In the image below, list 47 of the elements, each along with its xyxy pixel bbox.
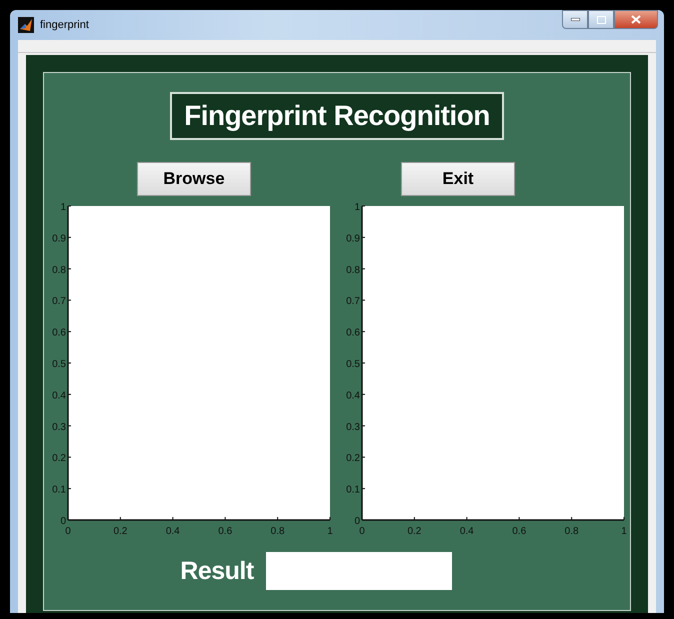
tick-label: 1	[621, 526, 627, 537]
tick-label: 0.8	[52, 264, 66, 276]
app-heading: Fingerprint Recognition	[170, 92, 504, 140]
tick-label: 0.6	[346, 328, 360, 339]
tick-label: 0.4	[52, 390, 66, 402]
tick-label: 0.2	[346, 453, 360, 464]
tick-label: 1	[327, 526, 333, 537]
tick-label: 0.1	[346, 484, 360, 496]
tick-label: 0.1	[52, 484, 66, 496]
tick-label: 0.9	[346, 233, 360, 244]
tick-label: 0.9	[52, 233, 66, 244]
tick-label: 0	[354, 516, 360, 527]
tick-label: 0.2	[52, 453, 66, 464]
close-button[interactable]	[614, 10, 658, 29]
tick-label: 0.8	[270, 526, 285, 537]
result-label: Result	[180, 556, 254, 586]
close-icon	[631, 15, 641, 24]
tick-label: 0.4	[166, 526, 180, 537]
tick-label: 0.6	[52, 328, 66, 339]
tick-label: 0	[65, 526, 71, 537]
maximize-icon	[596, 16, 606, 24]
tick-label: 0.4	[346, 390, 360, 402]
tick-label: 0.2	[113, 526, 128, 537]
tick-label: 0.5	[52, 359, 66, 370]
tick-label: 0	[60, 516, 66, 527]
tick-label: 0.7	[52, 296, 66, 308]
tick-label: 0.6	[512, 526, 526, 537]
minimize-button[interactable]	[562, 10, 588, 29]
tick-label: 0.7	[346, 296, 360, 308]
push-button[interactable]: Browse	[137, 162, 251, 196]
tick-label: 0.3	[52, 422, 66, 433]
tick-label: 1	[354, 202, 360, 213]
tick-label: 0.6	[218, 526, 232, 537]
app-logo-icon	[18, 17, 34, 33]
tick-label: 0.2	[407, 526, 422, 537]
result-field[interactable]	[266, 552, 452, 590]
tick-label: 0.8	[564, 526, 579, 537]
push-button[interactable]: Exit	[401, 162, 515, 196]
tick-label: 0.5	[346, 359, 360, 370]
tick-label: 0.4	[460, 526, 474, 537]
maximize-button[interactable]	[588, 10, 614, 29]
minimize-icon	[570, 18, 580, 21]
tick-label: 0	[359, 526, 365, 537]
tick-label: 0.8	[346, 264, 360, 276]
tick-label: 0.3	[346, 422, 360, 433]
window-title: fingerprint	[40, 19, 90, 31]
tick-label: 1	[60, 202, 66, 213]
